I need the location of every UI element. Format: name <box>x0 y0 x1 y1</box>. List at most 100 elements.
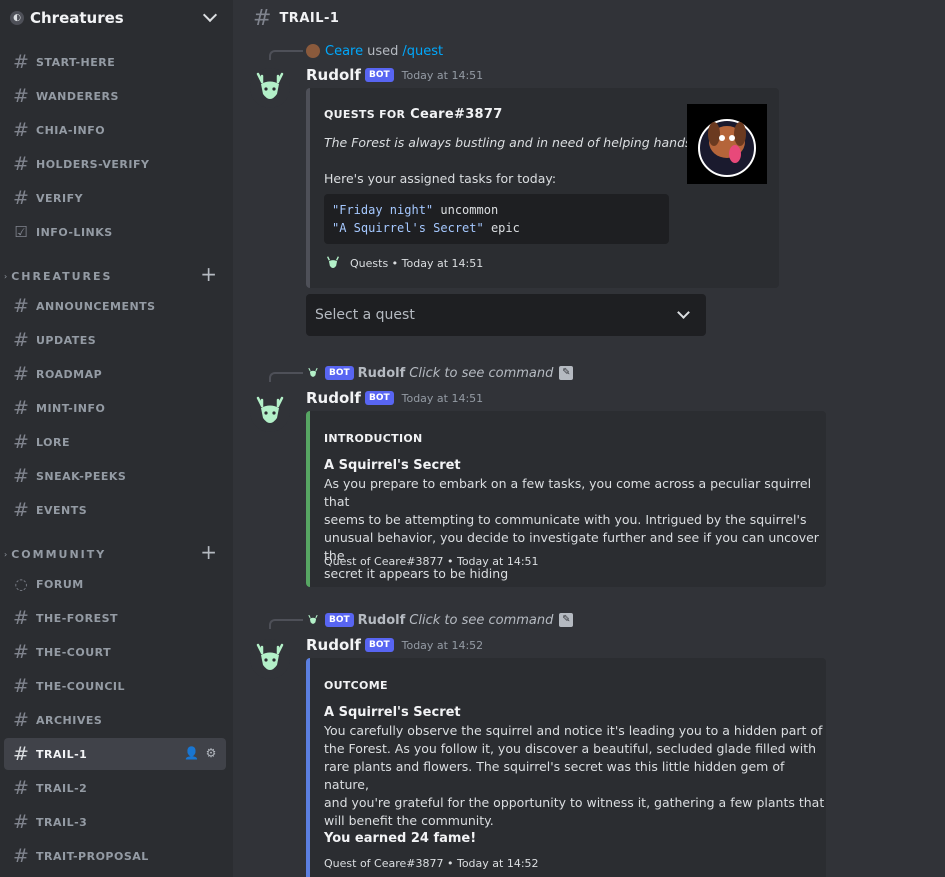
channel-sidebar: ◐ Chreatures # START-HERE # WANDERERS # … <box>0 0 233 877</box>
hash-icon: # <box>13 186 29 209</box>
message-header: Rudolf BOT Today at 14:51 <box>306 65 483 85</box>
category-label: COMMUNITY <box>11 547 107 561</box>
hash-icon: # <box>13 674 29 697</box>
server-name: Chreatures <box>30 9 124 27</box>
hash-icon: # <box>13 498 29 521</box>
channel-info-links[interactable]: ☑ INFO-LINKS <box>4 216 226 248</box>
channel-label: SNEAK-PEEKS <box>36 469 127 483</box>
embed-subtitle: A Squirrel's Secret <box>324 458 461 473</box>
click-to-see-command[interactable]: Click to see command <box>409 366 553 381</box>
hash-icon: # <box>13 844 29 867</box>
slash-command-icon: ✎ <box>559 366 574 380</box>
hash-icon: # <box>13 464 29 487</box>
hash-icon: # <box>13 430 29 453</box>
channel-the-council[interactable]: # THE-COUNCIL <box>4 670 226 702</box>
forum-icon: ◌ <box>14 574 28 593</box>
chevron-down-icon <box>677 306 690 319</box>
hash-icon: # <box>13 294 29 317</box>
channel-archives[interactable]: # ARCHIVES <box>4 704 226 736</box>
author-name[interactable]: Rudolf <box>306 389 361 407</box>
bot-tag: BOT <box>364 68 394 82</box>
slash-command-icon: ✎ <box>559 613 574 627</box>
gear-icon[interactable]: ⚙ <box>204 746 218 760</box>
reply-connector <box>269 50 303 60</box>
deer-avatar-icon[interactable] <box>250 392 290 432</box>
channel-holders-verify[interactable]: # HOLDERS-VERIFY <box>4 148 226 180</box>
checkbox-icon: ☑ <box>14 222 28 241</box>
channel-label: TRAIL-1 <box>36 747 88 761</box>
timestamp: Today at 14:52 <box>401 638 484 652</box>
author-name[interactable]: Rudolf <box>306 636 361 654</box>
quest-embed: QUESTS FOR Ceare#3877 The Forest is alwa… <box>306 88 779 288</box>
reply-user[interactable]: Ceare <box>325 44 363 59</box>
hash-icon: # <box>13 708 29 731</box>
hash-icon: # <box>13 84 29 107</box>
channel-the-forest[interactable]: # THE-FOREST <box>4 602 226 634</box>
channel-wanderers[interactable]: # WANDERERS <box>4 80 226 112</box>
channel-trail-2[interactable]: # TRAIL-2 <box>4 772 226 804</box>
embed-footer: Quests • Today at 14:51 <box>324 254 483 272</box>
code-line: "Friday night" uncommon <box>332 203 499 217</box>
category-chreatures[interactable]: › CHREATURES + <box>0 264 233 286</box>
channel-title: TRAIL-1 <box>279 10 340 26</box>
click-to-see-command[interactable]: Click to see command <box>409 613 553 628</box>
deer-avatar-icon[interactable] <box>250 639 290 679</box>
channel-label: ARCHIVES <box>36 713 103 727</box>
category-label: CHREATURES <box>11 269 113 283</box>
channel-chia-info[interactable]: # CHIA-INFO <box>4 114 226 146</box>
deer-avatar-icon[interactable] <box>250 68 290 108</box>
channel-mint-info[interactable]: # MINT-INFO <box>4 392 226 424</box>
chevron-down-icon <box>202 7 218 23</box>
reply-user[interactable]: Rudolf <box>358 366 406 381</box>
deer-mini-icon <box>308 614 318 624</box>
message-header: Rudolf BOT Today at 14:51 <box>306 388 483 408</box>
channel-lore[interactable]: # LORE <box>4 426 226 458</box>
command-reference[interactable]: BOT Rudolf Click to see command ✎ <box>306 364 574 382</box>
channel-announcements[interactable]: # ANNOUNCEMENTS <box>4 290 226 322</box>
embed-title: INTRODUCTION <box>324 432 423 445</box>
embed-title: QUESTS FOR Ceare#3877 <box>324 107 503 122</box>
hash-icon: # <box>13 810 29 833</box>
channel-start-here[interactable]: # START-HERE <box>4 46 226 78</box>
channel-trail-1[interactable]: # TRAIL-1 👤 ⚙ <box>4 738 226 770</box>
command-reference[interactable]: Ceare used /quest <box>306 42 443 60</box>
channel-label: INFO-LINKS <box>36 225 113 239</box>
channel-label: HOLDERS-VERIFY <box>36 157 150 171</box>
hash-icon: # <box>13 118 29 141</box>
author-name[interactable]: Rudolf <box>306 66 361 84</box>
reply-command[interactable]: /quest <box>402 44 443 59</box>
dog-thumbnail-image <box>687 104 767 184</box>
server-header[interactable]: ◐ Chreatures <box>0 0 233 36</box>
embed-footer: Quest of Ceare#3877 • Today at 14:51 <box>324 555 539 568</box>
channel-sneak-peeks[interactable]: # SNEAK-PEEKS <box>4 460 226 492</box>
user-avatar-icon <box>306 44 320 58</box>
select-quest-dropdown[interactable]: Select a quest <box>306 294 706 336</box>
reply-user[interactable]: Rudolf <box>358 613 406 628</box>
deer-mini-icon <box>308 367 318 377</box>
channel-verify[interactable]: # VERIFY <box>4 182 226 214</box>
invite-icon[interactable]: 👤 <box>184 746 199 760</box>
add-channel-icon[interactable]: + <box>200 542 217 562</box>
select-placeholder: Select a quest <box>315 307 415 323</box>
embed-body: You carefully observe the squirrel and n… <box>324 723 825 828</box>
channel-the-court[interactable]: # THE-COURT <box>4 636 226 668</box>
channel-updates[interactable]: # UPDATES <box>4 324 226 356</box>
category-community[interactable]: › COMMUNITY + <box>0 542 233 564</box>
channel-trail-3[interactable]: # TRAIL-3 <box>4 806 226 838</box>
channel-roadmap[interactable]: # ROADMAP <box>4 358 226 390</box>
channel-label: LORE <box>36 435 70 449</box>
add-channel-icon[interactable]: + <box>200 264 217 284</box>
channel-trait-proposal[interactable]: # TRAIT-PROPOSAL <box>4 840 226 872</box>
channel-label: CHIA-INFO <box>36 123 106 137</box>
embed-footer: Quest of Ceare#3877 • Today at 14:52 <box>324 857 539 870</box>
bot-tag: BOT <box>325 613 354 627</box>
channel-forum[interactable]: ◌ FORUM <box>4 568 226 600</box>
bot-tag: BOT <box>364 391 394 405</box>
hash-icon: # <box>13 362 29 385</box>
hash-icon: # <box>13 396 29 419</box>
command-reference[interactable]: BOT Rudolf Click to see command ✎ <box>306 611 574 629</box>
channel-events[interactable]: # EVENTS <box>4 494 226 526</box>
deer-icon <box>326 256 340 268</box>
hash-icon: # <box>253 5 272 31</box>
channel-label: TRAIL-2 <box>36 781 88 795</box>
